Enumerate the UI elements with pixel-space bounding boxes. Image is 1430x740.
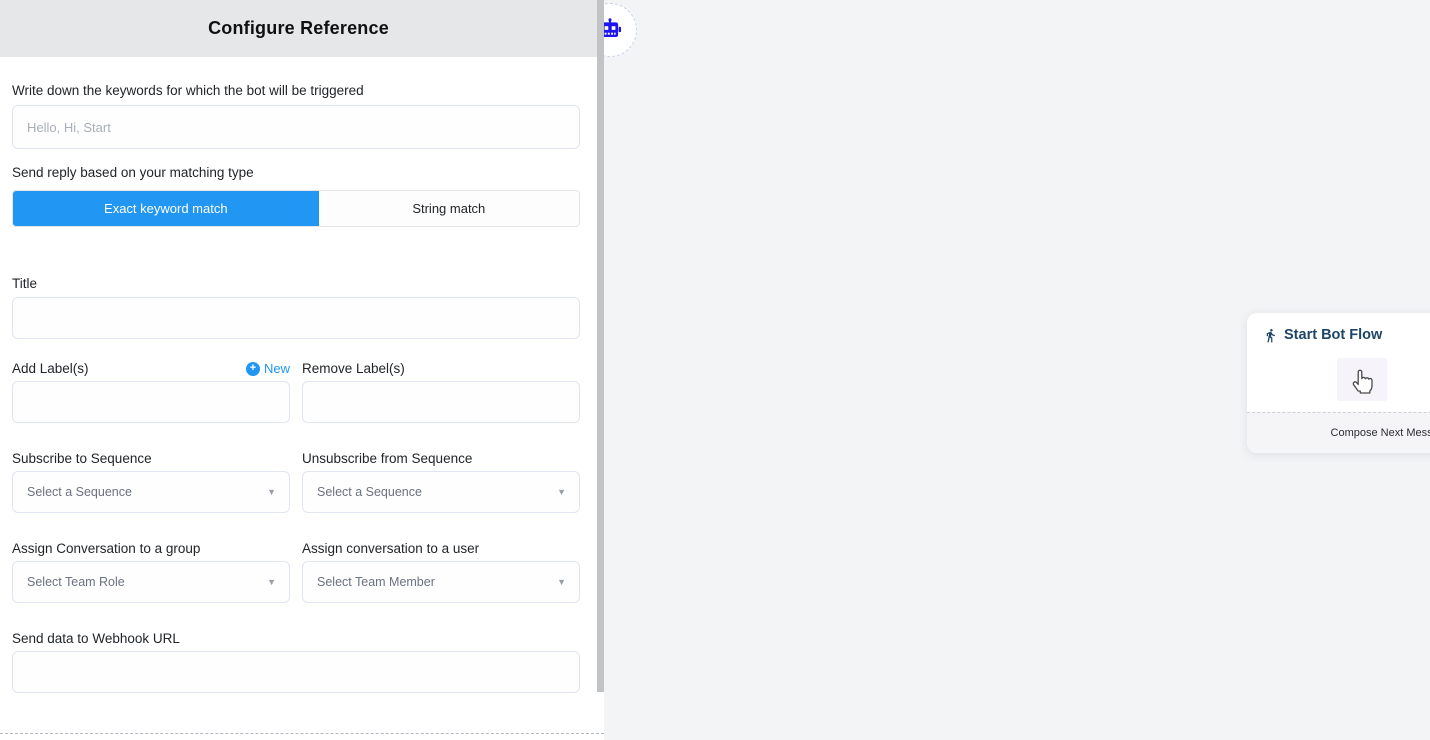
panel-header: Configure Reference bbox=[0, 0, 597, 57]
hand-pointer-icon bbox=[1348, 363, 1376, 396]
add-labels-label: Add Label(s) bbox=[12, 360, 89, 377]
assign-group-value: Select Team Role bbox=[27, 575, 125, 589]
chevron-down-icon: ▼ bbox=[267, 577, 276, 587]
subscribe-sequence-value: Select a Sequence bbox=[27, 485, 132, 499]
start-bot-flow-node[interactable]: Start Bot Flow Compose Next Message bbox=[1247, 313, 1430, 453]
chevron-down-icon: ▼ bbox=[557, 577, 566, 587]
new-link-text: New bbox=[264, 361, 290, 376]
matching-type-label: Send reply based on your matching type bbox=[12, 164, 580, 181]
plus-icon: + bbox=[246, 362, 260, 376]
assign-user-value: Select Team Member bbox=[317, 575, 435, 589]
compose-next-message-label[interactable]: Compose Next Message bbox=[1331, 427, 1430, 439]
chevron-down-icon: ▼ bbox=[557, 487, 566, 497]
flow-canvas[interactable]: Start Bot Flow Compose Next Message ← bbox=[604, 0, 1430, 740]
matching-type-tabs: Exact keyword match String match bbox=[12, 190, 580, 227]
remove-labels-label: Remove Label(s) bbox=[302, 360, 405, 377]
webhook-input[interactable] bbox=[12, 651, 580, 693]
subscribe-sequence-label: Subscribe to Sequence bbox=[12, 450, 290, 467]
tab-exact-keyword-match[interactable]: Exact keyword match bbox=[13, 191, 319, 226]
tab-string-match[interactable]: String match bbox=[319, 191, 579, 226]
add-labels-input[interactable] bbox=[12, 381, 290, 423]
subscribe-sequence-select[interactable]: Select a Sequence ▼ bbox=[12, 471, 290, 513]
assign-group-label: Assign Conversation to a group bbox=[12, 540, 290, 557]
title-input[interactable] bbox=[12, 297, 580, 339]
node-header: Start Bot Flow bbox=[1247, 313, 1430, 343]
chevron-down-icon: ▼ bbox=[267, 487, 276, 497]
unsubscribe-sequence-label: Unsubscribe from Sequence bbox=[302, 450, 580, 467]
unsubscribe-sequence-select[interactable]: Select a Sequence ▼ bbox=[302, 471, 580, 513]
assign-group-select[interactable]: Select Team Role ▼ bbox=[12, 561, 290, 603]
node-title: Start Bot Flow bbox=[1284, 327, 1382, 343]
bot-flow-builder: Start Bot Flow Compose Next Message ← bbox=[0, 0, 1430, 740]
title-label: Title bbox=[12, 275, 580, 292]
webhook-label: Send data to Webhook URL bbox=[12, 630, 580, 647]
panel-title: Configure Reference bbox=[208, 18, 389, 39]
keywords-input[interactable] bbox=[12, 105, 580, 149]
configure-panel: Configure Reference Write down the keywo… bbox=[0, 0, 597, 740]
node-footer: Compose Next Message bbox=[1247, 412, 1430, 453]
assign-user-select[interactable]: Select Team Member ▼ bbox=[302, 561, 580, 603]
cursor-highlight bbox=[1337, 358, 1387, 401]
new-label-button[interactable]: + New bbox=[246, 361, 290, 376]
unsubscribe-sequence-value: Select a Sequence bbox=[317, 485, 422, 499]
panel-scrollbar[interactable] bbox=[597, 0, 604, 692]
assign-user-label: Assign conversation to a user bbox=[302, 540, 580, 557]
walking-person-icon bbox=[1263, 328, 1278, 343]
remove-labels-input[interactable] bbox=[302, 381, 580, 423]
panel-bottom-dashed-border bbox=[0, 733, 604, 734]
keywords-label: Write down the keywords for which the bo… bbox=[12, 82, 580, 99]
